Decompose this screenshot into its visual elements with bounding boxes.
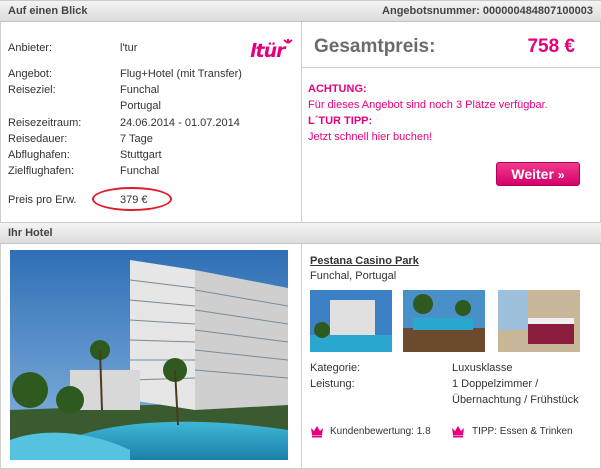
reiseziel-city: Funchal [120,84,160,96]
hotel-tip: TIPP: Essen & Trinken [472,426,573,437]
price-divider [302,67,601,68]
kategorie-label: Kategorie: [310,362,361,374]
hotel-column-divider [301,244,302,469]
dauer-value: 7 Tage [120,133,153,145]
zielflughafen-label: Zielflughafen: [8,165,75,177]
leistung-label: Leistung: [310,378,355,390]
ltur-logo: ltür [250,38,296,62]
hotel-name-link[interactable]: Pestana Casino Park [310,255,419,267]
provider-value: l'tur [120,42,138,54]
reiseziel-country: Portugal [120,100,161,112]
hotel-thumbnail-room[interactable] [498,290,580,352]
abflughafen-label: Abflughafen: [8,149,70,161]
provider-label: Anbieter: [8,42,53,54]
total-price-label: Gesamtpreis: [314,36,436,57]
angebot-label: Angebot: [8,68,53,80]
achtung-text: Für dieses Angebot sind noch 3 Plätze ve… [308,99,548,111]
hotel-main-photo[interactable] [10,250,288,460]
zielflughafen-value: Funchal [120,165,160,177]
zeitraum-label: Reisezeitraum: [8,117,82,129]
price-per-adult-label: Preis pro Erw. [8,194,77,206]
leistung-value-line2: Übernachtung / Frühstück [452,394,579,406]
chevron-double-right-icon: » [557,168,565,182]
abflughafen-value: Stuttgart [120,149,162,161]
hotel-location: Funchal, Portugal [310,270,397,282]
overview-header-bar: Auf einen Blick Angebotsnummer: 00000048… [0,0,601,22]
overview-title: Auf einen Blick [8,5,88,17]
hotel-thumbnail-exterior[interactable] [310,290,392,352]
left-border [0,22,1,469]
leistung-value-line1: 1 Doppelzimmer / [452,378,539,390]
dauer-label: Reisedauer: [8,133,68,145]
crown-icon [451,424,465,438]
offer-number: Angebotsnummer: 000000484807100003 [382,5,593,17]
price-highlight-circle [92,187,172,211]
customer-rating: Kundenbewertung: 1.8 [330,426,431,437]
tipp-text: Jetzt schnell hier buchen! [308,131,433,143]
total-price-value: 758 € [527,36,575,57]
weiter-button-label: Weiter [511,166,554,182]
column-divider [301,22,302,222]
reiseziel-label: Reiseziel: [8,84,56,96]
hotel-thumbnail-terrace[interactable] [403,290,485,352]
crown-icon [310,424,324,438]
kategorie-value: Luxusklasse [452,362,513,374]
weiter-button[interactable]: Weiter» [496,162,580,186]
zeitraum-value: 24.06.2014 - 01.07.2014 [120,117,240,129]
angebot-value: Flug+Hotel (mit Transfer) [120,68,242,80]
tipp-heading: L´TUR TIPP: [308,115,373,127]
achtung-heading: ACHTUNG: [308,83,367,95]
hotel-section-title: Ihr Hotel [8,227,53,239]
hotel-section-bar: Ihr Hotel [0,222,601,244]
svg-text:ltür: ltür [250,40,287,62]
